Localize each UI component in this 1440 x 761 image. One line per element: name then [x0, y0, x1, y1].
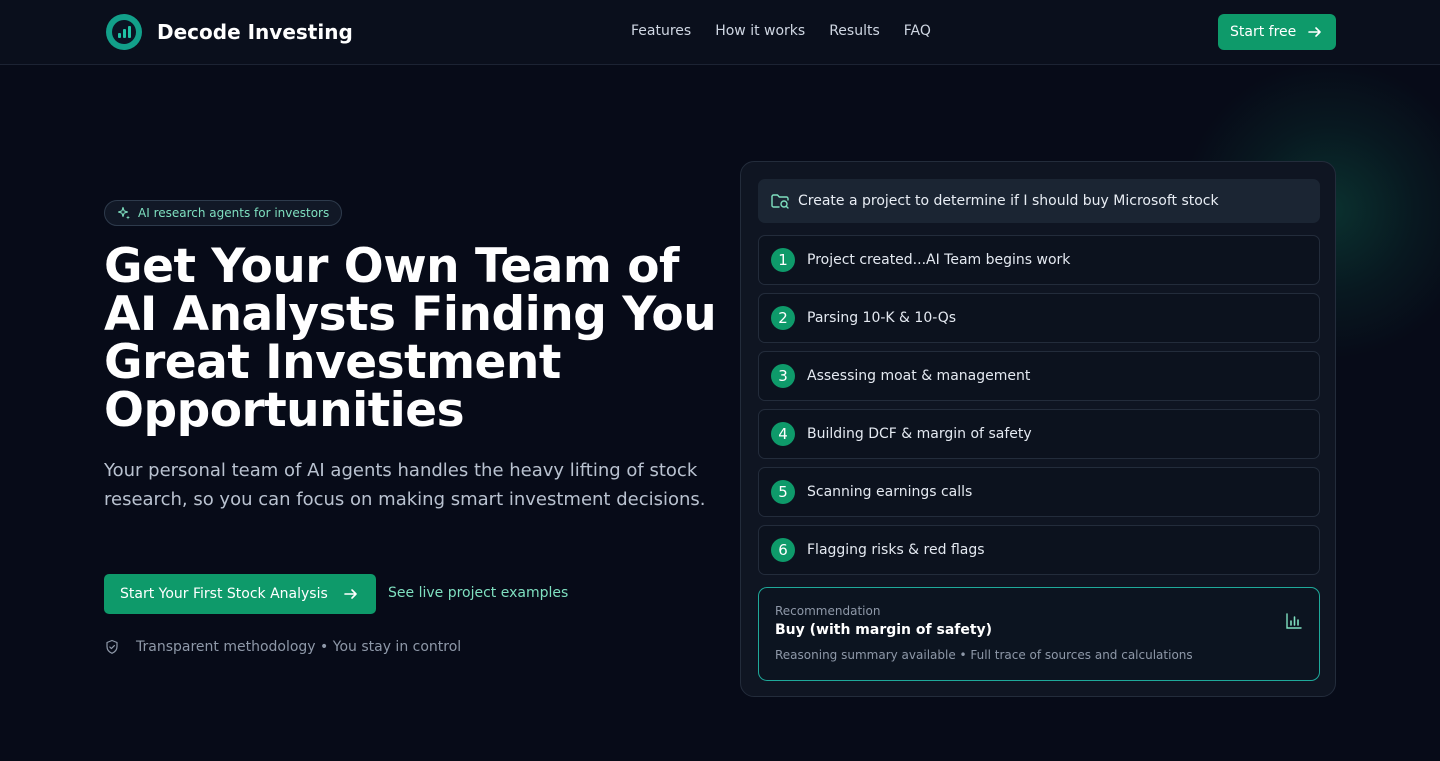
step-label: Flagging risks & red flags	[807, 542, 985, 558]
progress-step: 4 Building DCF & margin of safety	[758, 409, 1320, 459]
step-number: 2	[771, 306, 795, 330]
start-free-label: Start free	[1230, 24, 1297, 40]
progress-step: 6 Flagging risks & red flags	[758, 525, 1320, 575]
step-label: Scanning earnings calls	[807, 484, 973, 500]
step-label: Assessing moat & management	[807, 368, 1031, 384]
project-prompt: Create a project to determine if I shoul…	[758, 179, 1320, 223]
start-first-analysis-button[interactable]: Start Your First Stock Analysis	[104, 574, 376, 614]
step-label: Parsing 10-K & 10-Qs	[807, 310, 957, 326]
analysis-demo-panel: Create a project to determine if I shoul…	[740, 161, 1336, 697]
sparkle-icon	[117, 206, 130, 220]
step-number: 4	[771, 422, 795, 446]
trust-line: Transparent methodology • You stay in co…	[104, 639, 461, 655]
project-prompt-text: Create a project to determine if I shoul…	[798, 193, 1219, 209]
recommendation-label: Recommendation	[775, 604, 881, 618]
nav-link-faq[interactable]: FAQ	[904, 23, 931, 39]
top-nav: Decode Investing Features How it works R…	[0, 0, 1440, 65]
start-free-button[interactable]: Start free	[1218, 14, 1336, 50]
nav-link-how-it-works[interactable]: How it works	[715, 23, 805, 39]
arrow-right-icon	[343, 589, 357, 599]
nav-link-results[interactable]: Results	[829, 23, 880, 39]
trust-text: Transparent methodology • You stay in co…	[136, 639, 462, 655]
nav-links: Features How it works Results FAQ	[631, 23, 931, 39]
progress-step: 5 Scanning earnings calls	[758, 467, 1320, 517]
logo-chart-icon[interactable]	[106, 14, 142, 50]
nav-link-features[interactable]: Features	[631, 23, 691, 39]
folder-search-icon	[771, 194, 789, 209]
hero-pill-badge: AI research agents for investors	[104, 200, 343, 226]
recommendation-card: Recommendation Buy (with margin of safet…	[758, 587, 1320, 681]
progress-step: 3 Assessing moat & management	[758, 351, 1320, 401]
recommendation-note: Reasoning summary available • Full trace…	[775, 648, 1193, 662]
progress-step: 1 Project created...AI Team begins work	[758, 235, 1320, 285]
start-first-analysis-label: Start Your First Stock Analysis	[120, 586, 328, 602]
hero-subheadline: Your personal team of AI agents handles …	[104, 460, 706, 510]
step-number: 6	[771, 538, 795, 562]
progress-step: 2 Parsing 10-K & 10-Qs	[758, 293, 1320, 343]
step-label: Project created...AI Team begins work	[807, 252, 1071, 268]
brand-name[interactable]: Decode Investing	[157, 20, 353, 44]
step-label: Building DCF & margin of safety	[807, 426, 1032, 442]
step-number: 3	[771, 364, 795, 388]
step-number: 1	[771, 248, 795, 272]
see-live-examples-link[interactable]: See live project examples	[388, 585, 568, 601]
hero-pill-label: AI research agents for investors	[138, 206, 330, 220]
hero-headline: Get Your Own Team of AI Analysts Finding…	[104, 239, 717, 438]
step-number: 5	[771, 480, 795, 504]
shield-check-icon	[106, 639, 118, 654]
arrow-right-icon	[1308, 27, 1322, 37]
bar-chart-icon[interactable]	[1285, 612, 1303, 630]
recommendation-value: Buy (with margin of safety)	[775, 622, 993, 638]
